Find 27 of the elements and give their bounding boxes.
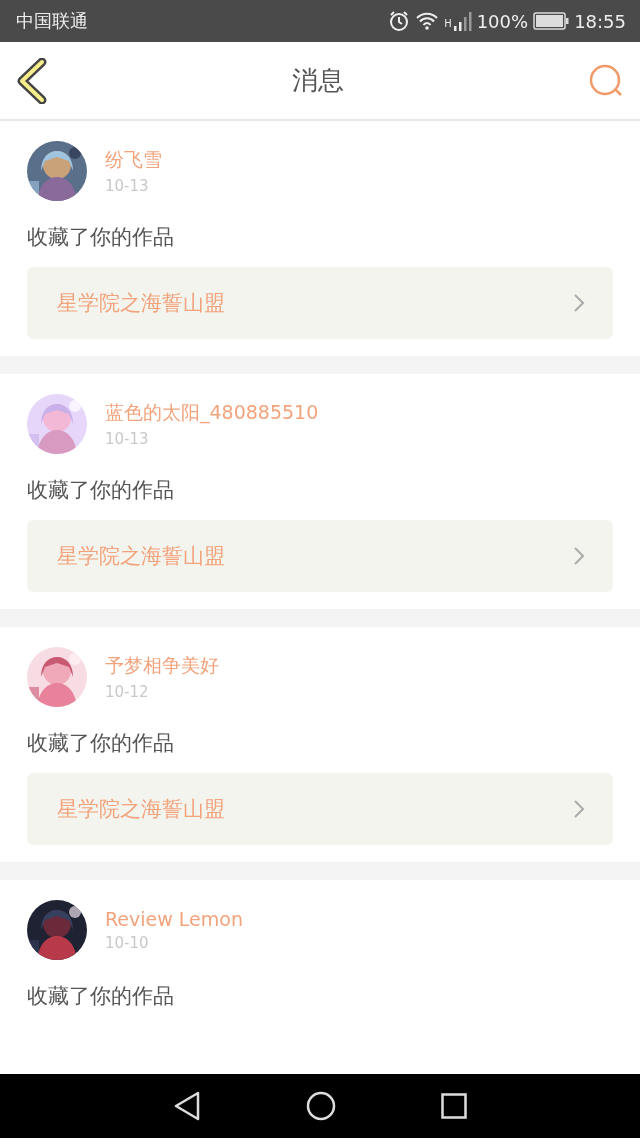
back-nav-icon[interactable] bbox=[172, 1091, 201, 1121]
message-text: 收藏了你的作品 bbox=[27, 477, 174, 504]
battery-icon bbox=[533, 12, 570, 30]
carrier-name: 中国联通 bbox=[16, 9, 88, 33]
battery-percent: 100% bbox=[476, 10, 529, 32]
clock-time: 18:55 bbox=[574, 10, 626, 32]
chevron-icon bbox=[573, 293, 585, 313]
alarm-icon bbox=[388, 10, 411, 32]
message-text: 收藏了你的作品 bbox=[27, 730, 174, 757]
message-text: 收藏了你的作品 bbox=[27, 224, 174, 251]
network-type: H bbox=[444, 18, 452, 29]
back-button[interactable] bbox=[16, 57, 48, 104]
user-name[interactable]: 纷飞雪 bbox=[105, 147, 162, 173]
user-name[interactable]: 蓝色的太阳_480885510 bbox=[105, 400, 319, 426]
chevron-icon bbox=[573, 799, 585, 819]
chevron-icon bbox=[573, 546, 585, 566]
work-link[interactable]: 星学院之海誓山盟 bbox=[27, 267, 613, 339]
user-name[interactable]: 予梦相争美好 bbox=[105, 653, 219, 679]
recent-apps-icon[interactable] bbox=[441, 1093, 468, 1119]
signal-icon bbox=[453, 11, 472, 31]
work-link[interactable]: 星学院之海誓山盟 bbox=[27, 773, 613, 845]
page-title: 消息 bbox=[292, 64, 344, 97]
wifi-icon bbox=[415, 11, 440, 31]
message-text: 收藏了你的作品 bbox=[27, 983, 174, 1010]
user-name[interactable]: Review Lemon bbox=[105, 908, 243, 930]
home-icon[interactable] bbox=[306, 1091, 336, 1121]
work-link[interactable]: 星学院之海誓山盟 bbox=[27, 520, 613, 592]
